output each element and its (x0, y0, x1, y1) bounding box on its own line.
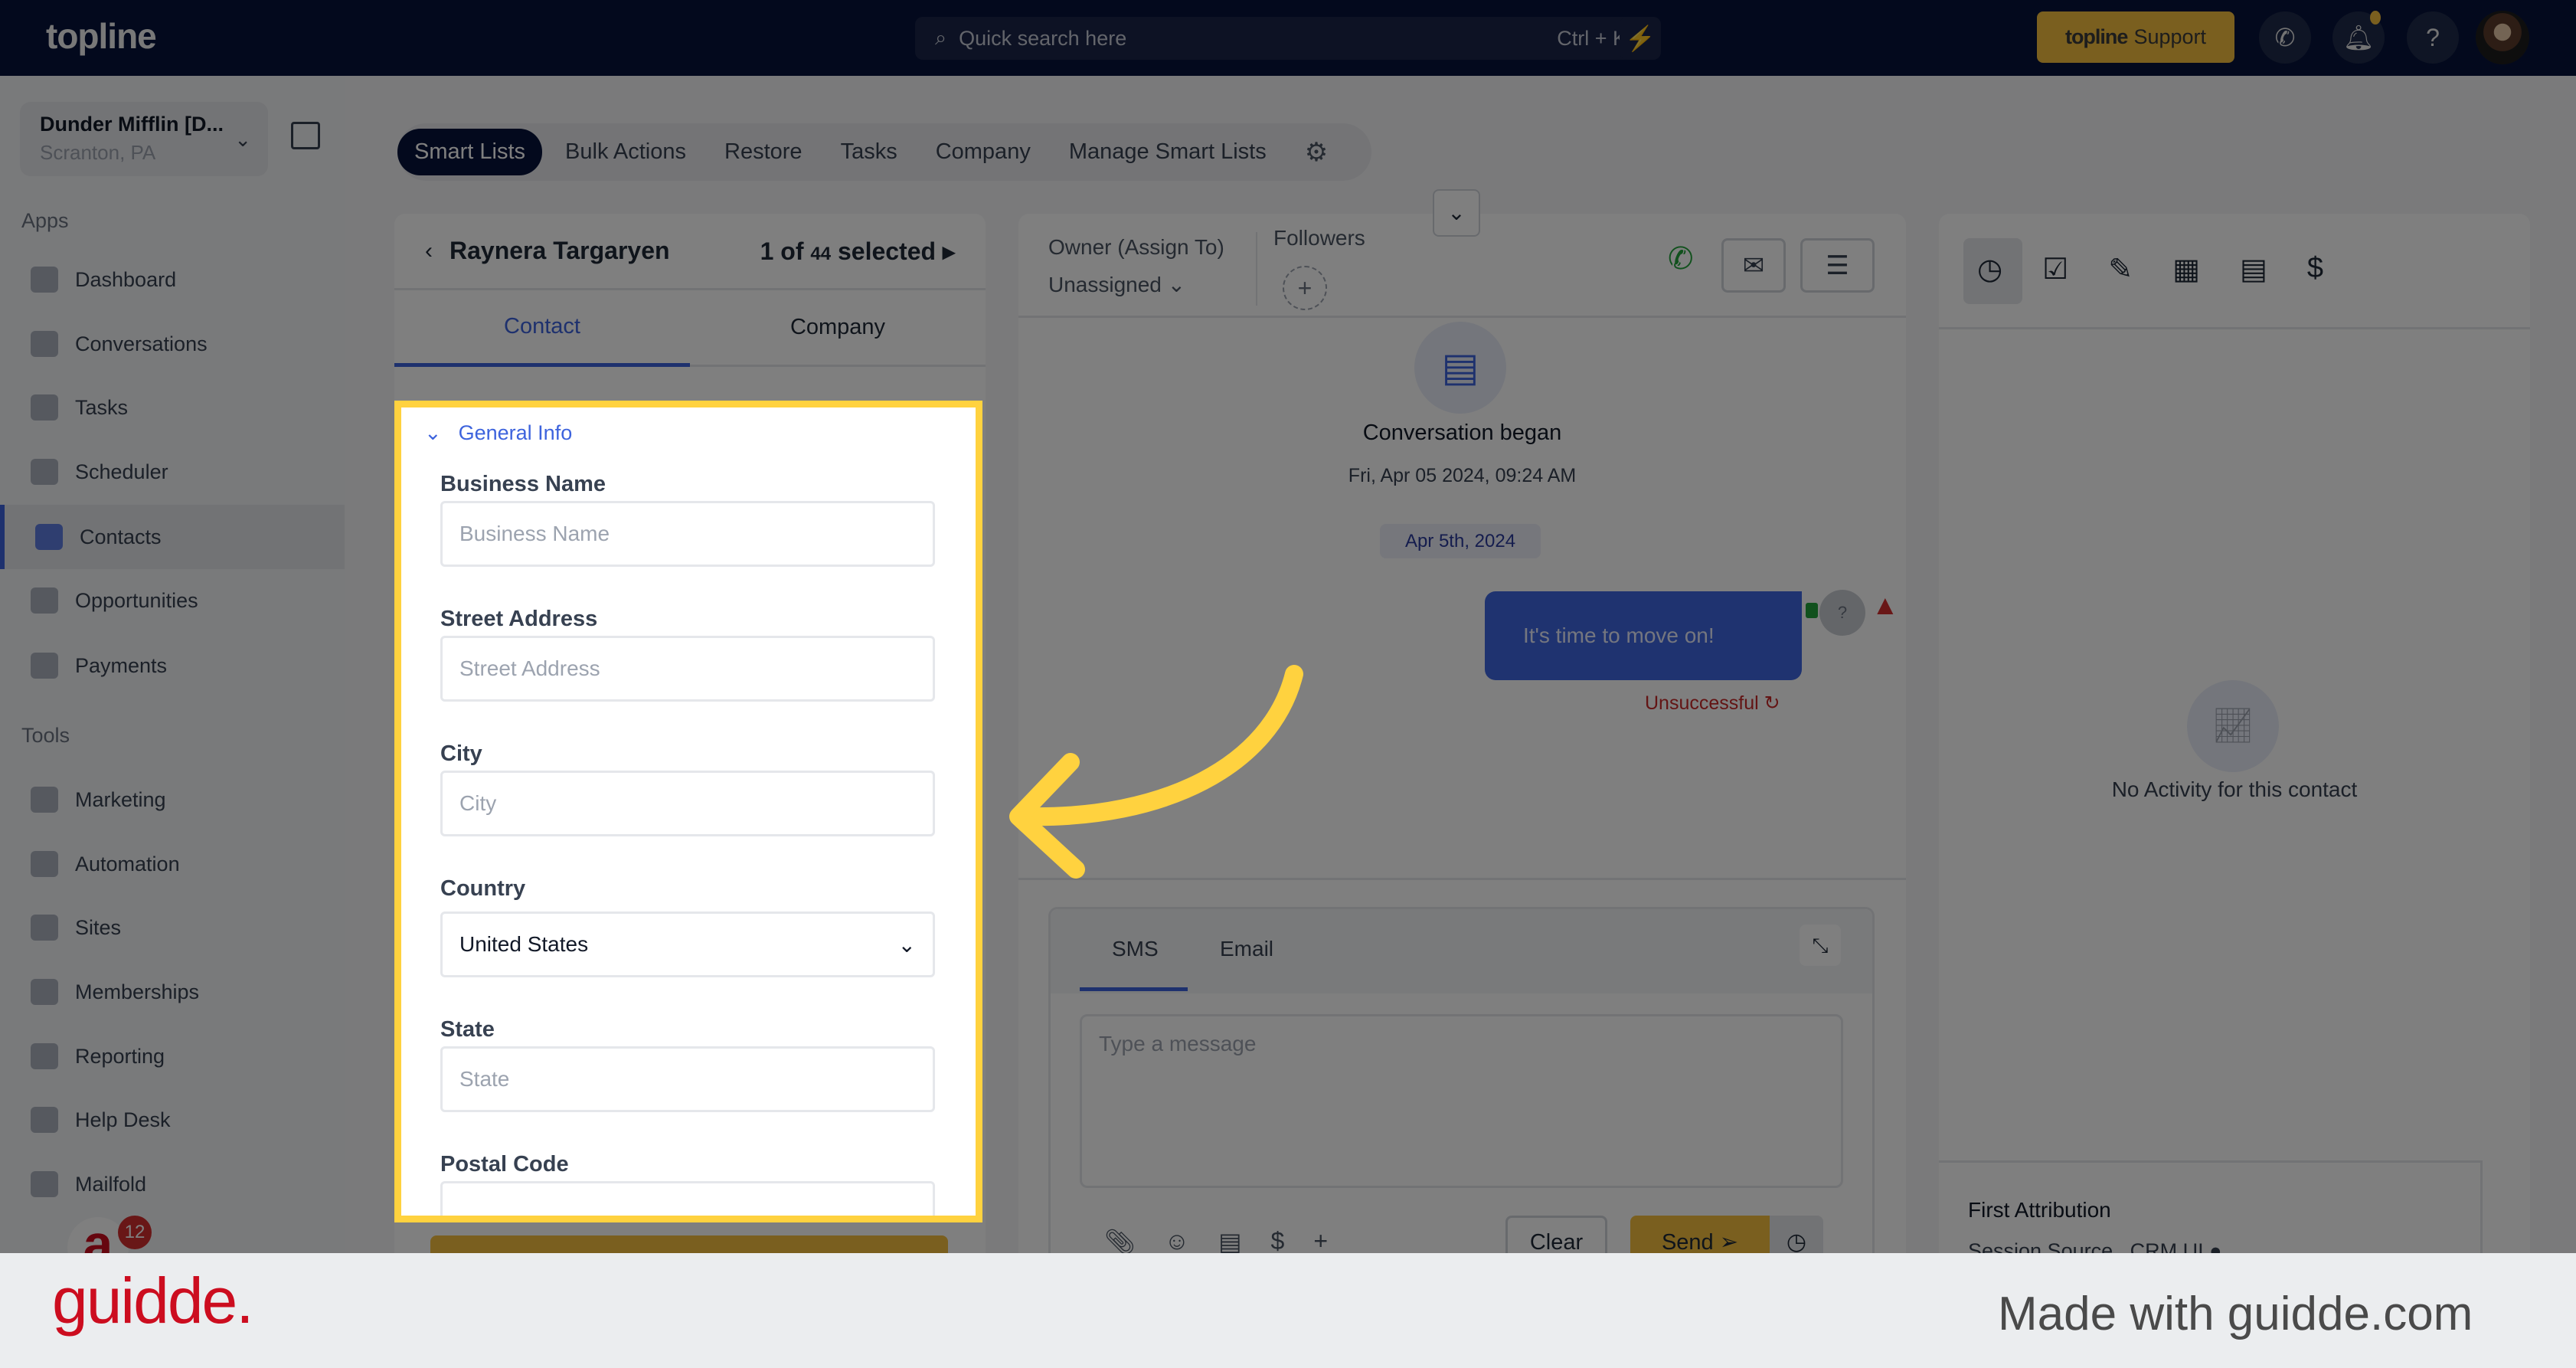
guidde-logo: guidde. (52, 1265, 254, 1337)
pointer-arrow-icon (1009, 665, 1303, 879)
app: topline ⌕ Quick search here Ctrl + K ⚡ t… (0, 0, 2576, 1253)
made-with-text: Made with guidde.com (1998, 1288, 2473, 1340)
